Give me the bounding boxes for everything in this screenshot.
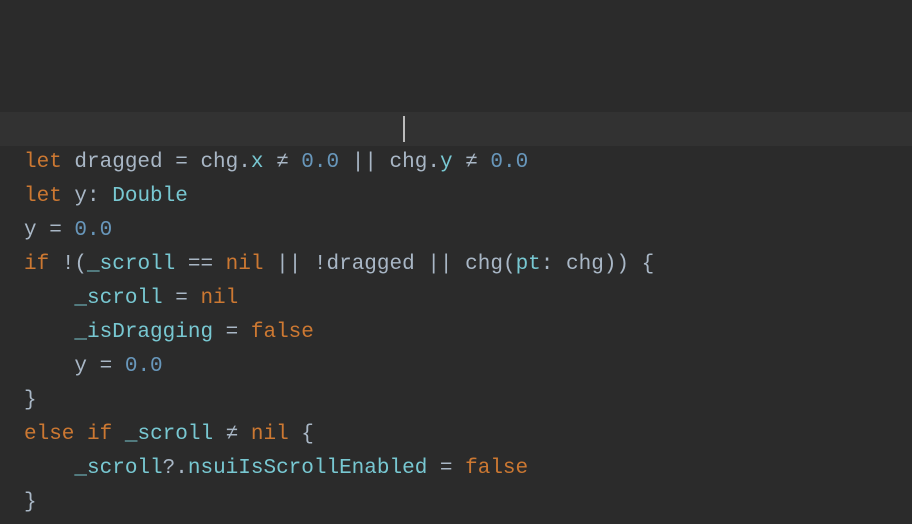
token: dragged (74, 151, 162, 174)
token: let (24, 151, 62, 174)
code-line: let y: Double (24, 180, 912, 214)
code-line: _scroll?.nsuiIsScrollEnabled = false (24, 452, 912, 486)
token (62, 151, 75, 174)
text-cursor (403, 116, 405, 142)
code-line: else if _scroll ≠ nil { (24, 418, 912, 452)
token (62, 185, 75, 208)
token: ≠ (263, 151, 301, 174)
token: x (251, 151, 264, 174)
token: chg (465, 253, 503, 276)
code-line: _isDragging = false (24, 316, 912, 350)
token: y (74, 185, 87, 208)
token: pt (516, 253, 541, 276)
code-line: y = 0.0 (24, 350, 912, 384)
token (24, 457, 74, 480)
token: chg (390, 151, 428, 174)
token: = (427, 457, 465, 480)
token (74, 423, 87, 446)
token: = (37, 219, 75, 242)
token: = (163, 287, 201, 310)
token: Double (112, 185, 188, 208)
token (112, 423, 125, 446)
current-line-highlight (0, 112, 912, 146)
code-line: let dragged = chg.x ≠ 0.0 || chg.y ≠ 0.0 (24, 146, 912, 180)
token: = (87, 355, 125, 378)
token: y (74, 355, 87, 378)
token: _scroll (87, 253, 175, 276)
token: 0.0 (490, 151, 528, 174)
code-editor[interactable]: let dragged = chg.x ≠ 0.0 || chg.y ≠ 0.0… (0, 0, 912, 524)
token: || (415, 253, 465, 276)
token: 0.0 (74, 219, 112, 242)
token: if (24, 253, 49, 276)
token: !( (49, 253, 87, 276)
token: { (289, 423, 314, 446)
code-block: let dragged = chg.x ≠ 0.0 || chg.y ≠ 0.0… (24, 146, 912, 520)
token: : (87, 185, 112, 208)
token: nsuiIsScrollEnabled (188, 457, 427, 480)
token: == (175, 253, 225, 276)
token: nil (251, 423, 289, 446)
token: chg (566, 253, 604, 276)
code-line: y = 0.0 (24, 214, 912, 248)
token: ?. (163, 457, 188, 480)
token: _scroll (74, 457, 162, 480)
token: . (427, 151, 440, 174)
code-line: } (24, 486, 912, 520)
token: false (465, 457, 528, 480)
token: 0.0 (125, 355, 163, 378)
token: : (541, 253, 566, 276)
token: = (163, 151, 201, 174)
token: ≠ (453, 151, 491, 174)
token: nil (200, 287, 238, 310)
token: _scroll (125, 423, 213, 446)
token (24, 321, 74, 344)
token: ≠ (213, 423, 251, 446)
token: y (440, 151, 453, 174)
token: = (213, 321, 251, 344)
token: ( (503, 253, 516, 276)
token: } (24, 491, 37, 514)
code-line: if !(_scroll == nil || !dragged || chg(p… (24, 248, 912, 282)
token (24, 355, 74, 378)
code-line: _scroll = nil (24, 282, 912, 316)
token (24, 287, 74, 310)
token: . (238, 151, 251, 174)
token: )) { (604, 253, 654, 276)
code-line: } (24, 384, 912, 418)
token: else (24, 423, 74, 446)
token: _isDragging (74, 321, 213, 344)
token: } (24, 389, 37, 412)
token: if (87, 423, 112, 446)
token: chg (200, 151, 238, 174)
token: false (251, 321, 314, 344)
token: _scroll (74, 287, 162, 310)
token: || ! (263, 253, 326, 276)
token: let (24, 185, 62, 208)
token: y (24, 219, 37, 242)
token: nil (226, 253, 264, 276)
token: || (339, 151, 389, 174)
token: 0.0 (301, 151, 339, 174)
token: dragged (327, 253, 415, 276)
